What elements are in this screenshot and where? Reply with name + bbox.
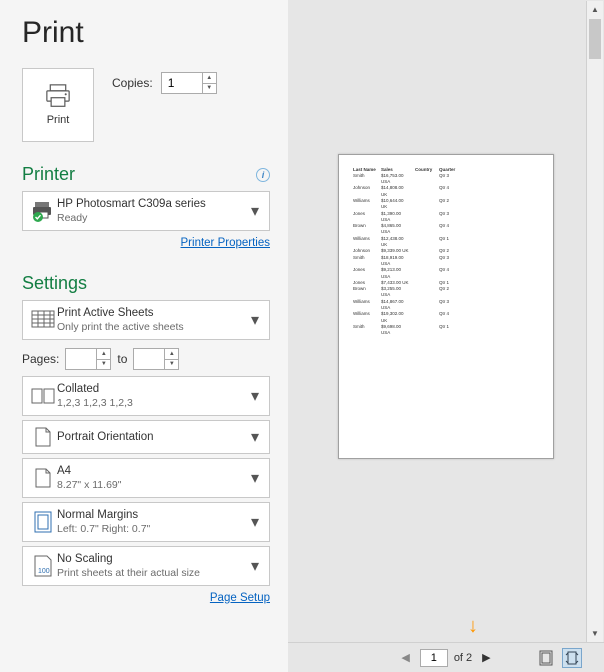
pages-to-down[interactable]: ▼ [165,360,178,370]
printer-section-header: Printer [22,164,75,185]
printer-properties-link[interactable]: Printer Properties [22,237,270,249]
margins-dropdown[interactable]: Normal Margins Left: 0.7" Right: 0.7" ▾ [22,502,270,542]
info-icon[interactable]: i [256,168,270,182]
margins-sub: Left: 0.7" Right: 0.7" [57,523,247,536]
orientation-title: Portrait Orientation [57,430,247,444]
printer-dropdown[interactable]: HP Photosmart C309a series Ready ▾ [22,191,270,231]
page-nav-bar: ◀ of 2 ▶ [288,642,604,672]
copies-label: Copies: [112,76,153,90]
print-preview-area: Last NameSalesCountryQuarterSmith$16,753… [288,0,604,642]
chevron-down-icon: ▾ [247,512,263,532]
prev-page-button[interactable]: ◀ [397,651,413,664]
pages-from-down[interactable]: ▼ [97,360,110,370]
chevron-down-icon: ▾ [247,310,263,330]
print-area-title: Print Active Sheets [57,306,247,320]
copies-input[interactable] [168,76,198,90]
print-button[interactable]: Print [22,68,94,142]
page-icon [29,468,57,488]
settings-section-header: Settings [22,273,87,294]
pages-to-spinner[interactable]: ▲▼ [133,348,179,370]
collate-sub: 1,2,3 1,2,3 1,2,3 [57,397,247,410]
page-setup-link[interactable]: Page Setup [22,592,270,604]
print-button-label: Print [47,114,70,126]
copies-down[interactable]: ▼ [203,84,216,94]
scaling-title: No Scaling [57,552,247,566]
page-title: Print [22,16,270,50]
next-page-button[interactable]: ▶ [478,651,494,664]
margins-icon [29,511,57,533]
collate-icon [29,388,57,404]
chevron-down-icon: ▾ [247,427,263,447]
printer-name: HP Photosmart C309a series [57,197,247,211]
chevron-down-icon: ▾ [247,556,263,576]
pages-label: Pages: [22,352,59,366]
scaling-icon: 100 [29,555,57,577]
scaling-sub: Print sheets at their actual size [57,567,247,580]
orientation-dropdown[interactable]: Portrait Orientation ▾ [22,420,270,454]
print-area-dropdown[interactable]: Print Active Sheets Only print the activ… [22,300,270,340]
pages-to-label: to [117,352,127,366]
printer-status-icon [29,200,57,222]
paper-sub: 8.27" x 11.69" [57,479,247,492]
scroll-thumb[interactable] [589,19,601,59]
chevron-down-icon: ▾ [247,386,263,406]
paper-title: A4 [57,464,247,478]
svg-text:100: 100 [38,568,50,575]
sheets-icon [29,310,57,330]
pages-to-up[interactable]: ▲ [165,349,178,360]
scroll-up[interactable]: ▲ [587,1,603,18]
page-preview: Last NameSalesCountryQuarterSmith$16,753… [338,154,554,459]
vertical-scrollbar[interactable]: ▲ ▼ [586,1,603,642]
scroll-down[interactable]: ▼ [587,625,603,642]
page-count-label: of 2 [454,652,472,664]
scaling-dropdown[interactable]: 100 No Scaling Print sheets at their act… [22,546,270,586]
copies-up[interactable]: ▲ [203,73,216,84]
margins-title: Normal Margins [57,508,247,522]
printer-icon [44,84,72,108]
pages-from-spinner[interactable]: ▲▼ [65,348,111,370]
printer-status: Ready [57,212,247,225]
pages-from-up[interactable]: ▲ [97,349,110,360]
portrait-icon [29,427,57,447]
paper-dropdown[interactable]: A4 8.27" x 11.69" ▾ [22,458,270,498]
zoom-to-page-button[interactable] [562,648,582,668]
print-area-sub: Only print the active sheets [57,321,247,334]
collate-dropdown[interactable]: Collated 1,2,3 1,2,3 1,2,3 ▾ [22,376,270,416]
current-page-input[interactable] [420,649,448,667]
chevron-down-icon: ▾ [247,201,263,221]
chevron-down-icon: ▾ [247,468,263,488]
copies-spinner[interactable]: ▲▼ [161,72,217,94]
collate-title: Collated [57,382,247,396]
show-margins-button[interactable] [536,648,556,668]
